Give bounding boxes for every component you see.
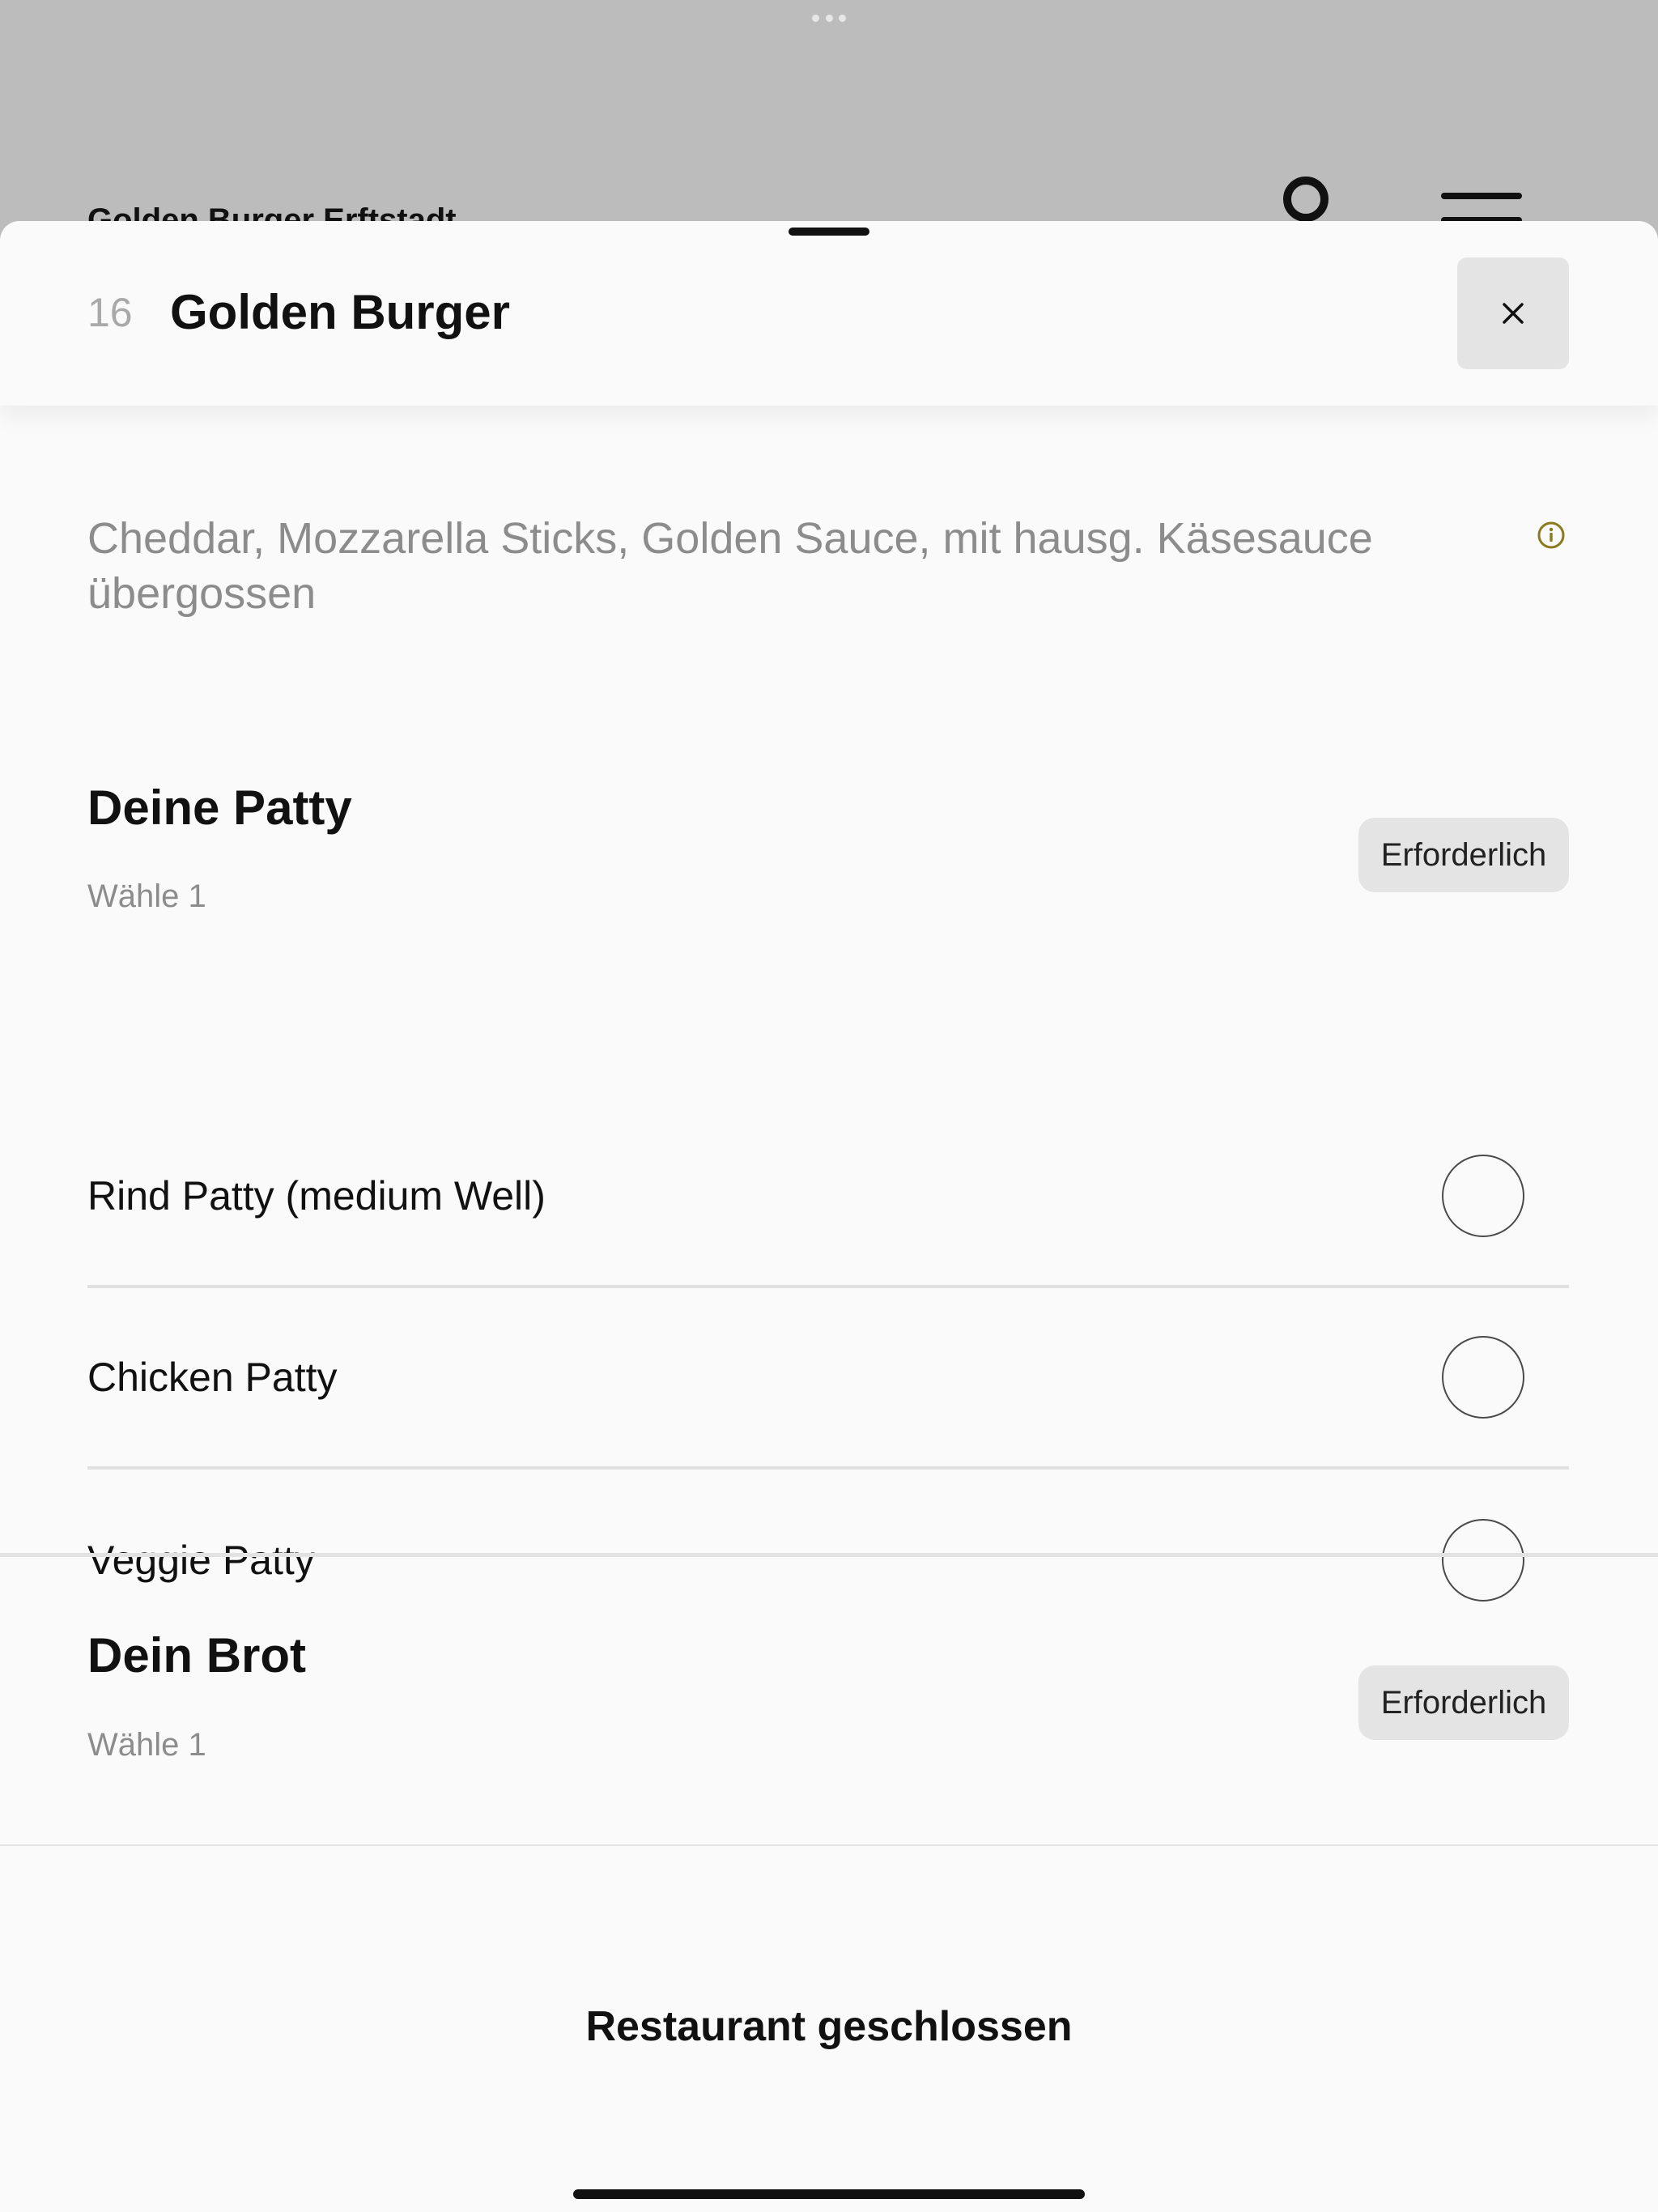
user-icon[interactable] [1283, 177, 1329, 222]
sheet-header: 16 Golden Burger [0, 221, 1658, 406]
section-subtitle-patty: Wähle 1 [87, 878, 206, 914]
restaurant-closed-status: Restaurant geschlossen [585, 2003, 1073, 2050]
required-badge-patty: Erforderlich [1358, 818, 1569, 892]
sheet-grabber[interactable] [789, 228, 869, 236]
item-number: 16 [87, 290, 133, 335]
option-rind-patty[interactable]: Rind Patty (medium Well) [87, 1107, 1569, 1288]
option-chicken-patty[interactable]: Chicken Patty [87, 1288, 1569, 1470]
option-label: Rind Patty (medium Well) [87, 1173, 546, 1219]
section-title-patty: Deine Patty [87, 781, 352, 835]
close-icon [1503, 303, 1524, 324]
item-title: Golden Burger [170, 285, 511, 339]
section-subtitle-brot: Wähle 1 [87, 1727, 206, 1763]
option-label: Chicken Patty [87, 1355, 338, 1400]
menu-icon[interactable] [1441, 193, 1522, 225]
radio-button[interactable] [1442, 1336, 1524, 1419]
item-description: Cheddar, Mozzarella Sticks, Golden Sauce… [87, 514, 1373, 618]
radio-button[interactable] [1442, 1519, 1524, 1602]
radio-button[interactable] [1442, 1155, 1524, 1237]
section-title-brot: Dein Brot [87, 1628, 306, 1682]
option-label: Veggie Patty [87, 1538, 315, 1583]
multitasking-dots-icon[interactable] [812, 15, 846, 23]
required-badge-brot: Erforderlich [1358, 1665, 1569, 1740]
option-veggie-patty[interactable]: Veggie Patty [87, 1470, 1569, 1651]
close-button[interactable] [1457, 257, 1569, 369]
footer-divider [0, 1844, 1658, 1846]
home-indicator[interactable] [573, 2189, 1085, 2199]
info-icon[interactable] [1537, 521, 1566, 550]
section-divider [0, 1553, 1658, 1557]
item-detail-sheet: 16 Golden Burger Cheddar, Mozzarella Sti… [0, 221, 1658, 2212]
